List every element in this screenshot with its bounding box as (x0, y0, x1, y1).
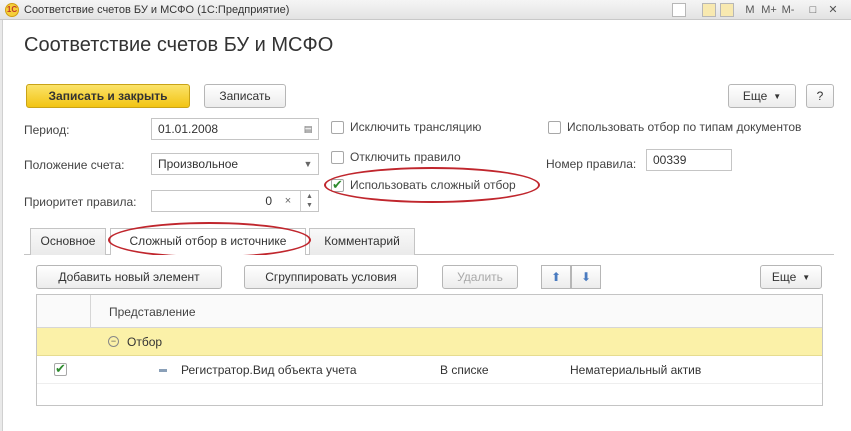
row-value: Нематериальный актив (570, 363, 702, 377)
condition-item-icon (159, 369, 167, 372)
more-button[interactable]: Еще ▼ (728, 84, 796, 108)
row-field: Регистратор.Вид объекта учета (181, 363, 357, 377)
chevron-down-icon: ▼ (802, 272, 811, 282)
doc-type-filter-checkbox[interactable] (548, 121, 561, 134)
use-complex-filter-label: Использовать сложный отбор (350, 178, 516, 192)
row-condition: В списке (440, 363, 489, 377)
save-and-close-button[interactable]: Записать и закрыть (26, 84, 190, 108)
position-label: Положение счета: (24, 158, 125, 172)
spinner-icon[interactable]: ▲ ▼ (300, 191, 318, 211)
column-header-representation[interactable]: Представление (109, 305, 196, 319)
tab-more-label: Еще (771, 270, 797, 284)
tab-complex-filter[interactable]: Сложный отбор в источнике (110, 228, 306, 256)
add-element-button[interactable]: Добавить новый элемент (36, 265, 222, 289)
window-title: Соответствие счетов БУ и МСФО (1С:Предпр… (24, 4, 290, 16)
table-row-group[interactable]: − Отбор (37, 328, 822, 356)
disable-rule-label: Отключить правило (350, 150, 461, 164)
table-row[interactable]: Регистратор.Вид объекта учета В списке Н… (37, 356, 822, 384)
rule-number-value: 00339 (653, 153, 687, 167)
save-button[interactable]: Записать (204, 84, 286, 108)
more-button-label: Еще (742, 89, 768, 103)
calendar-icon[interactable] (720, 3, 734, 17)
check-column-header (37, 295, 91, 328)
disable-rule-checkbox[interactable] (331, 151, 344, 164)
period-label: Период: (24, 123, 70, 137)
priority-value: 0 (265, 194, 272, 208)
chevron-down-icon: ▼ (773, 91, 782, 101)
priority-field[interactable]: 0 × ▲ ▼ (151, 190, 319, 212)
close-button[interactable]: ✕ (826, 3, 840, 17)
use-complex-filter-checkbox[interactable] (331, 177, 344, 193)
tab-comment[interactable]: Комментарий (309, 228, 415, 255)
exclude-translation-label: Исключить трансляцию (350, 120, 482, 134)
window-border (0, 20, 3, 431)
period-value: 01.01.2008 (158, 122, 219, 136)
group-label: Отбор (127, 335, 163, 349)
window-titlebar: 1С Соответствие счетов БУ и МСФО (1С:Пре… (0, 0, 851, 20)
page-title: Соответствие счетов БУ и МСФО (24, 34, 334, 56)
period-field[interactable]: 01.01.2008 ▤ (151, 118, 319, 140)
exclude-translation-checkbox[interactable] (331, 121, 344, 134)
rule-number-field[interactable]: 00339 (646, 149, 732, 171)
calendar-picker-icon[interactable]: ▤ (298, 119, 318, 139)
row-checkbox[interactable] (54, 361, 67, 377)
tab-main[interactable]: Основное (30, 228, 106, 255)
move-up-icon[interactable]: ⬆ (541, 265, 571, 289)
move-down-icon[interactable]: ⬇ (571, 265, 601, 289)
help-button[interactable]: ? (806, 84, 834, 108)
position-select[interactable]: Произвольное ▼ (151, 153, 319, 175)
chevron-down-icon[interactable]: ▼ (298, 154, 318, 174)
tab-more-button[interactable]: Еще ▼ (760, 265, 822, 289)
app-logo-icon: 1С (5, 3, 19, 17)
table-header: Представление (37, 295, 822, 328)
position-value: Произвольное (158, 157, 239, 171)
memory-plus-button[interactable]: M+ (760, 3, 778, 17)
delete-button[interactable]: Удалить (442, 265, 518, 289)
priority-label: Приоритет правила: (24, 195, 137, 209)
clear-icon[interactable]: × (278, 191, 298, 211)
calculator-icon[interactable] (702, 3, 716, 17)
memory-button[interactable]: M (744, 3, 756, 17)
favorite-icon[interactable] (672, 3, 686, 17)
rule-number-label: Номер правила: (546, 157, 637, 171)
filter-table: Представление − Отбор Регистратор.Вид об… (36, 294, 823, 406)
doc-type-filter-label: Использовать отбор по типам документов (567, 120, 802, 134)
memory-minus-button[interactable]: M- (780, 3, 796, 17)
group-conditions-button[interactable]: Сгруппировать условия (244, 265, 418, 289)
collapse-icon[interactable]: − (108, 336, 119, 347)
maximize-button[interactable]: □ (806, 3, 820, 17)
